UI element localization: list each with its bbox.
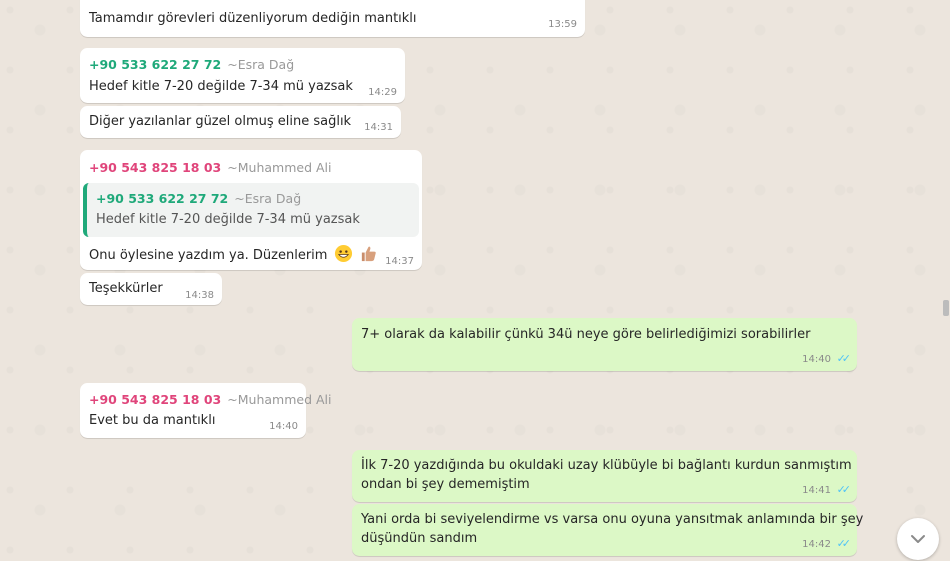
message-sender: +90 543 825 18 03 ~Muhammed Ali bbox=[89, 160, 331, 175]
message-time: 14:41 bbox=[802, 485, 831, 496]
message-text-line-2: düşündün sandım bbox=[361, 531, 478, 546]
message-text-line-2: ondan bi şey dememiştim bbox=[361, 477, 530, 492]
thumbs-up-emoji-icon bbox=[361, 246, 376, 262]
sender-number[interactable]: +90 533 622 27 72 bbox=[89, 57, 221, 72]
message-text: 7+ olarak da kalabilir çünkü 34ü neye gö… bbox=[361, 327, 811, 342]
quoted-sender-name: ~Esra Dağ bbox=[234, 191, 302, 206]
quoted-sender: +90 533 622 27 72 ~Esra Dağ bbox=[96, 191, 301, 206]
sender-name: ~Muhammed Ali bbox=[227, 392, 332, 407]
message-time: 14:38 bbox=[185, 290, 214, 301]
message-bubble-incoming[interactable]: +90 543 825 18 03 ~Muhammed Ali Evet bu d… bbox=[80, 383, 331, 438]
message-text-row: Onu öylesine yazdım ya. Düzenlerim bbox=[89, 244, 378, 265]
message-bubble-incoming[interactable]: Teşekkürler 14:38 bbox=[80, 273, 222, 305]
message-bubble-incoming[interactable]: +90 533 622 27 72 ~Esra Dağ Hedef kitle 7… bbox=[80, 48, 405, 103]
grinning-face-emoji-icon bbox=[334, 244, 352, 263]
message-bubble-incoming[interactable]: Diğer yazılanlar güzel olmuş eline sağlı… bbox=[80, 106, 401, 138]
message-text-line-1: Yani orda bi seviyelendirme vs varsa onu… bbox=[361, 512, 864, 527]
message-text: Hedef kitle 7-20 değilde 7-34 mü yazsak bbox=[89, 79, 353, 94]
message-time: 13:59 bbox=[548, 19, 577, 30]
message-text: Diğer yazılanlar güzel olmuş eline sağlı… bbox=[89, 114, 352, 129]
message-sender: +90 533 622 27 72 ~Esra Dağ bbox=[89, 57, 294, 72]
read-receipt-icon: ✓✓ bbox=[836, 483, 852, 496]
sender-number[interactable]: +90 543 825 18 03 bbox=[89, 160, 221, 175]
message-bubble-incoming[interactable]: +90 543 825 18 03 ~Muhammed Ali +90 533 6… bbox=[80, 150, 422, 270]
message-time: 14:40 bbox=[269, 421, 298, 432]
message-bubble-outgoing[interactable]: Yani orda bi seviyelendirme vs varsa onu… bbox=[352, 504, 863, 556]
chevron-down-icon bbox=[911, 535, 925, 543]
quoted-text: Hedef kitle 7-20 değilde 7-34 mü yazsak bbox=[96, 212, 360, 227]
message-text: Onu öylesine yazdım ya. Düzenlerim bbox=[89, 248, 328, 263]
quoted-message[interactable]: +90 533 622 27 72 ~Esra Dağ Hedef kitle 7… bbox=[83, 183, 419, 237]
message-time: 14:40 bbox=[802, 354, 831, 365]
message-text: Tamamdır görevleri düzenliyorum dediğin … bbox=[89, 11, 417, 26]
message-bubble-outgoing[interactable]: 7+ olarak da kalabilir çünkü 34ü neye gö… bbox=[352, 318, 857, 371]
message-text: Evet bu da mantıklı bbox=[89, 413, 216, 428]
sender-name: ~Muhammed Ali bbox=[227, 160, 332, 175]
sender-number[interactable]: +90 543 825 18 03 bbox=[89, 392, 221, 407]
message-sender: +90 543 825 18 03 ~Muhammed Ali bbox=[89, 392, 331, 407]
sender-name: ~Esra Dağ bbox=[227, 57, 295, 72]
message-time: 14:42 bbox=[802, 539, 831, 550]
read-receipt-icon: ✓✓ bbox=[836, 537, 852, 550]
scroll-to-bottom-button[interactable] bbox=[897, 518, 939, 560]
message-text-line-1: İlk 7-20 yazdığında bu okuldaki uzay klü… bbox=[361, 458, 852, 473]
message-bubble-outgoing[interactable]: İlk 7-20 yazdığında bu okuldaki uzay klü… bbox=[352, 450, 857, 502]
message-bubble-incoming[interactable]: Tamamdır görevleri düzenliyorum dediğin … bbox=[80, 0, 585, 37]
quoted-sender-number: +90 533 622 27 72 bbox=[96, 191, 229, 206]
read-receipt-icon: ✓✓ bbox=[836, 352, 852, 365]
message-time: 14:37 bbox=[385, 256, 414, 267]
message-text: Teşekkürler bbox=[89, 281, 163, 296]
message-time: 14:31 bbox=[364, 122, 393, 133]
scrollbar-thumb[interactable] bbox=[943, 300, 949, 316]
message-time: 14:29 bbox=[368, 87, 397, 98]
